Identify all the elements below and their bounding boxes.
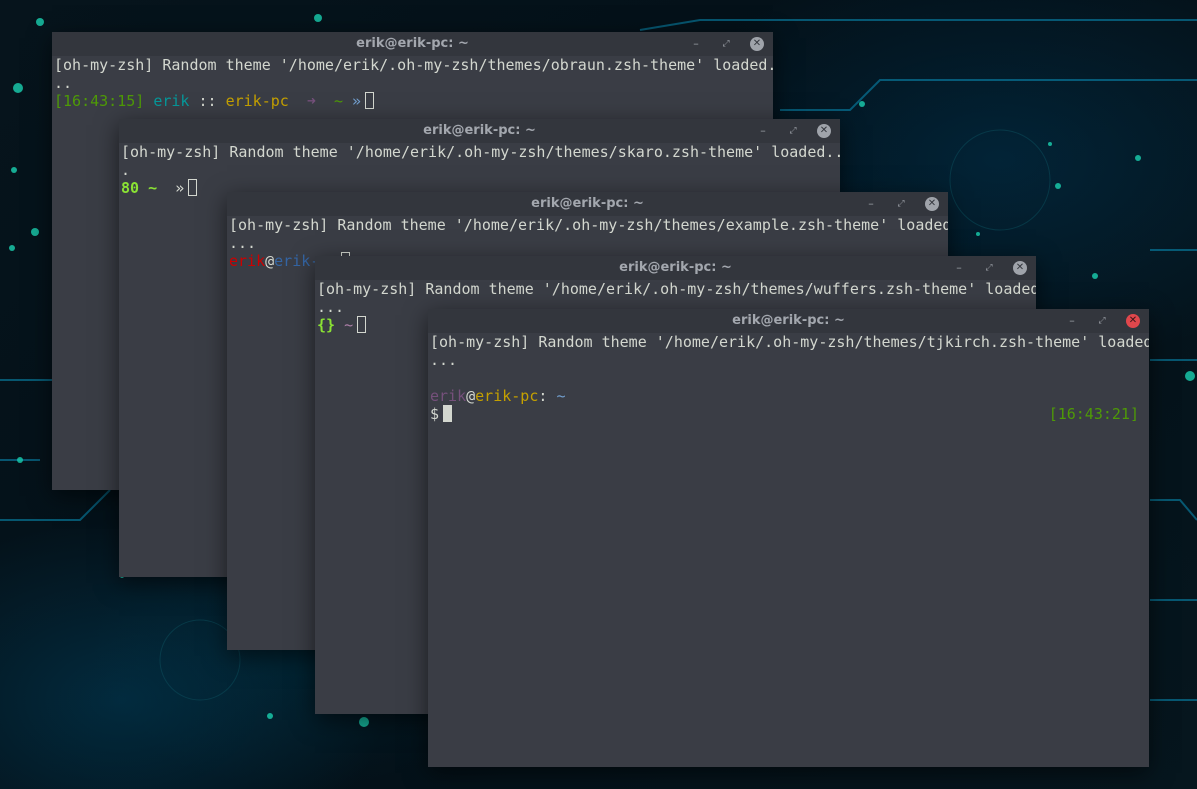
minimize-icon[interactable]: – bbox=[756, 124, 770, 138]
terminal-cursor bbox=[357, 316, 367, 333]
close-icon[interactable]: ✕ bbox=[817, 124, 831, 138]
prompt-char: $ bbox=[430, 405, 440, 423]
prompt-history-number: 80 bbox=[121, 179, 140, 197]
title-bar[interactable]: erik@erik-pc: ~ – ⤢ ✕ bbox=[315, 256, 1036, 280]
minimize-icon[interactable]: – bbox=[952, 261, 966, 275]
shell-prompt: $ bbox=[430, 405, 453, 423]
prompt-dir: ~ bbox=[344, 316, 354, 334]
terminal-cursor bbox=[443, 405, 453, 422]
minimize-icon[interactable]: – bbox=[864, 197, 878, 211]
prompt-user: erik bbox=[153, 92, 190, 110]
window-title: erik@erik-pc: ~ bbox=[619, 260, 732, 275]
title-bar[interactable]: erik@erik-pc: ~ – ⤢ ✕ bbox=[227, 192, 948, 216]
prompt-dir: ~ bbox=[556, 387, 566, 405]
prompt-dir: ~ bbox=[333, 92, 343, 110]
terminal-content[interactable]: [oh-my-zsh] Random theme '/home/erik/.oh… bbox=[428, 333, 1149, 767]
prompt-char: » bbox=[175, 179, 185, 197]
maximize-icon[interactable]: ⤢ bbox=[894, 197, 908, 211]
loading-dots: ... bbox=[229, 234, 257, 252]
terminal-window-5[interactable]: erik@erik-pc: ~ – ⤢ ✕ [oh-my-zsh] Random… bbox=[428, 309, 1149, 767]
prompt-char: » bbox=[352, 92, 362, 110]
prompt-arrow: ➜ bbox=[306, 92, 316, 110]
prompt-colon: : bbox=[538, 387, 548, 405]
theme-loaded-message: [oh-my-zsh] Random theme '/home/erik/.oh… bbox=[121, 143, 840, 161]
title-bar[interactable]: erik@erik-pc: ~ – ⤢ ✕ bbox=[52, 32, 773, 56]
terminal-cursor bbox=[188, 179, 198, 196]
window-title: erik@erik-pc: ~ bbox=[356, 36, 469, 51]
maximize-icon[interactable]: ⤢ bbox=[719, 37, 733, 51]
prompt-right-time: [16:43:21] bbox=[1048, 405, 1139, 423]
loading-dots: . bbox=[121, 161, 131, 179]
theme-loaded-message: [oh-my-zsh] Random theme '/home/erik/.oh… bbox=[430, 333, 1149, 351]
loading-dots: ... bbox=[317, 298, 345, 316]
shell-prompt: 80 ~ » bbox=[121, 179, 198, 197]
window-title: erik@erik-pc: ~ bbox=[531, 196, 644, 211]
theme-loaded-message: [oh-my-zsh] Random theme '/home/erik/.oh… bbox=[54, 56, 773, 74]
theme-loaded-message: [oh-my-zsh] Random theme '/home/erik/.oh… bbox=[317, 280, 1036, 298]
maximize-icon[interactable]: ⤢ bbox=[1095, 314, 1109, 328]
prompt-braces: {} bbox=[317, 316, 336, 334]
prompt-time: [16:43:15] bbox=[54, 92, 145, 110]
window-title: erik@erik-pc: ~ bbox=[732, 313, 845, 328]
prompt-context-line: erik@erik-pc: ~ bbox=[430, 387, 565, 405]
close-icon[interactable]: ✕ bbox=[925, 197, 939, 211]
prompt-user: erik bbox=[430, 387, 467, 405]
shell-prompt: {} ~ bbox=[317, 316, 367, 334]
prompt-dir: ~ bbox=[148, 179, 158, 197]
prompt-separator: :: bbox=[198, 92, 217, 110]
prompt-at: @ bbox=[466, 387, 476, 405]
loading-dots: ... bbox=[430, 351, 458, 369]
shell-prompt: [16:43:15] erik :: erik-pc ➜ ~ » bbox=[54, 92, 375, 110]
theme-loaded-message: [oh-my-zsh] Random theme '/home/erik/.oh… bbox=[229, 216, 948, 234]
title-bar[interactable]: erik@erik-pc: ~ – ⤢ ✕ bbox=[119, 119, 840, 143]
prompt-at: @ bbox=[265, 252, 275, 270]
maximize-icon[interactable]: ⤢ bbox=[982, 261, 996, 275]
minimize-icon[interactable]: – bbox=[1065, 314, 1079, 328]
loading-dots: .. bbox=[54, 74, 73, 92]
prompt-host: erik-pc bbox=[475, 387, 539, 405]
close-icon[interactable]: ✕ bbox=[1126, 314, 1140, 328]
prompt-host: erik-pc bbox=[225, 92, 289, 110]
close-icon[interactable]: ✕ bbox=[750, 37, 764, 51]
minimize-icon[interactable]: – bbox=[689, 37, 703, 51]
terminal-cursor bbox=[365, 92, 375, 109]
window-title: erik@erik-pc: ~ bbox=[423, 123, 536, 138]
close-icon[interactable]: ✕ bbox=[1013, 261, 1027, 275]
title-bar[interactable]: erik@erik-pc: ~ – ⤢ ✕ bbox=[428, 309, 1149, 333]
prompt-user: erik bbox=[229, 252, 266, 270]
maximize-icon[interactable]: ⤢ bbox=[786, 124, 800, 138]
